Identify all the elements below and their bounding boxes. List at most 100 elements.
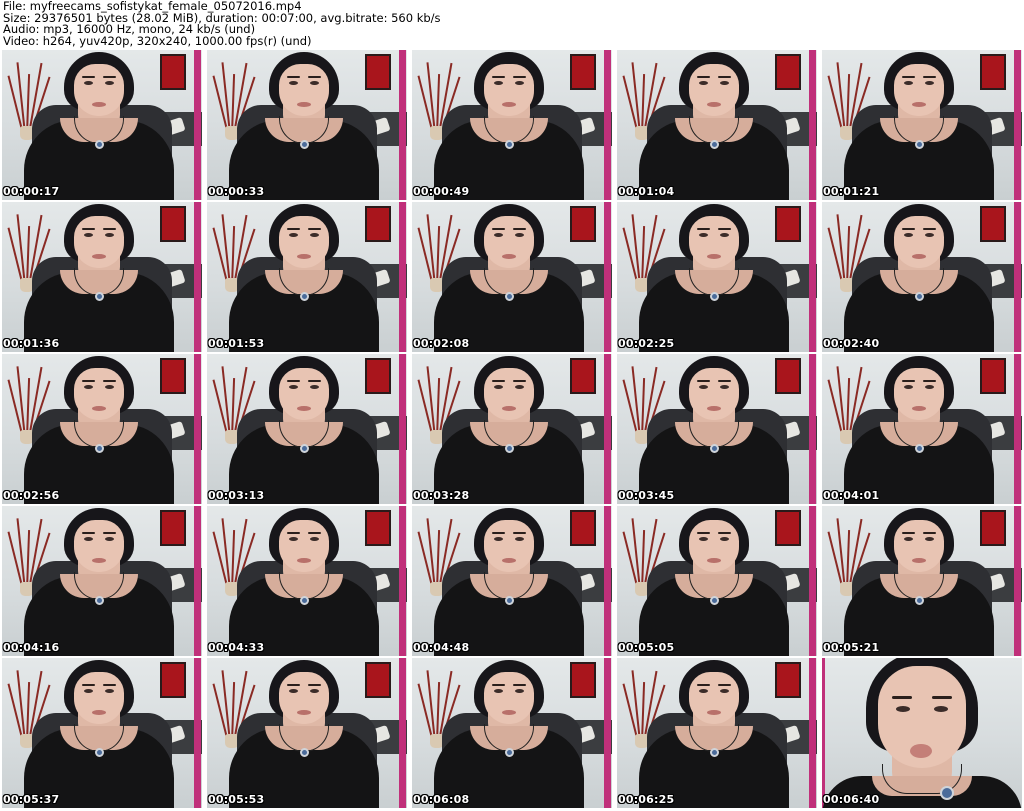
- video-thumbnail: 00:05:05: [617, 506, 817, 656]
- person-face: [74, 368, 124, 420]
- eyebrow-right: [718, 228, 731, 230]
- person-lips: [502, 102, 516, 107]
- person-face: [484, 368, 534, 420]
- eyebrow-left: [287, 228, 300, 230]
- video-thumbnail: 00:03:45: [617, 354, 817, 504]
- eyebrow-left: [492, 380, 505, 382]
- video-thumbnail: 00:04:16: [2, 506, 202, 656]
- person-lips: [707, 710, 721, 715]
- eyebrow-right: [308, 228, 321, 230]
- wall-poster: [570, 510, 596, 546]
- thumbnail-timestamp: 00:05:37: [3, 793, 60, 806]
- person-face: [484, 216, 534, 268]
- eye-right: [105, 81, 114, 85]
- eyebrow-right: [308, 684, 321, 686]
- eye-right: [310, 689, 319, 693]
- person-lips: [502, 254, 516, 259]
- person-face: [74, 216, 124, 268]
- eyebrow-right: [103, 684, 116, 686]
- person-face: [279, 64, 329, 116]
- thumbnail-timestamp: 00:03:45: [618, 489, 675, 502]
- eye-left: [904, 537, 913, 541]
- video-thumbnail: 00:06:25: [617, 658, 817, 808]
- eyebrow-left: [697, 532, 710, 534]
- video-thumbnail: 00:03:28: [412, 354, 612, 504]
- pink-frame-bar: [809, 506, 816, 656]
- person-lips: [707, 254, 721, 259]
- eyebrow-right: [103, 532, 116, 534]
- person-lips: [92, 710, 106, 715]
- eye-left: [896, 706, 910, 712]
- eye-left: [289, 233, 298, 237]
- thumbnail-timestamp: 00:05:53: [208, 793, 265, 806]
- eyebrow-left: [287, 76, 300, 78]
- eye-left: [289, 689, 298, 693]
- pink-frame-bar: [399, 202, 406, 352]
- person-lips: [912, 102, 926, 107]
- pink-frame-bar: [822, 658, 825, 808]
- thumbnail-timestamp: 00:03:28: [413, 489, 470, 502]
- pink-frame-bar: [809, 354, 816, 504]
- video-thumbnail: 00:01:36: [2, 202, 202, 352]
- eye-right: [105, 233, 114, 237]
- eyebrow-right: [923, 228, 936, 230]
- necklace-pendant: [710, 140, 719, 149]
- person-lips: [297, 558, 311, 563]
- pink-frame-bar: [809, 202, 816, 352]
- eyebrow-left: [287, 532, 300, 534]
- video-thumbnail: 00:01:21: [822, 50, 1022, 200]
- eye-left: [494, 537, 503, 541]
- eyebrow-left: [287, 684, 300, 686]
- person-lips: [297, 102, 311, 107]
- necklace-pendant: [300, 292, 309, 301]
- person-face: [74, 520, 124, 572]
- eye-right: [720, 233, 729, 237]
- person-face: [74, 672, 124, 724]
- person-lips: [92, 406, 106, 411]
- wall-poster: [160, 662, 186, 698]
- person-lips: [707, 102, 721, 107]
- eyebrow-right: [308, 76, 321, 78]
- eye-left: [289, 385, 298, 389]
- person-lips: [912, 254, 926, 259]
- eye-left: [289, 81, 298, 85]
- eyebrow-left: [902, 380, 915, 382]
- necklace-pendant: [710, 596, 719, 605]
- person-face: [279, 672, 329, 724]
- wall-poster: [980, 358, 1006, 394]
- eyebrow-right: [308, 380, 321, 382]
- pink-frame-bar: [604, 354, 611, 504]
- necklace-pendant: [300, 596, 309, 605]
- pink-frame-bar: [1014, 506, 1021, 656]
- video-thumbnail: 00:02:40: [822, 202, 1022, 352]
- wall-poster: [570, 54, 596, 90]
- thumbnail-grid: 00:00:17 00:00:33 00:00:49 00:01:04 00:01:21…: [2, 50, 1022, 810]
- video-thumbnail: 00:01:04: [617, 50, 817, 200]
- necklace-pendant: [95, 292, 104, 301]
- pink-frame-bar: [604, 50, 611, 200]
- video-thumbnail: 00:05:53: [207, 658, 407, 808]
- eyebrow-left: [697, 380, 710, 382]
- eye-left: [699, 537, 708, 541]
- eyebrow-left: [697, 76, 710, 78]
- eye-right: [105, 537, 114, 541]
- thumbnail-timestamp: 00:01:36: [3, 337, 60, 350]
- eye-right: [310, 233, 319, 237]
- wall-poster: [775, 510, 801, 546]
- person-lips: [910, 744, 932, 758]
- thumbnail-timestamp: 00:02:56: [3, 489, 60, 502]
- person-face: [484, 64, 534, 116]
- eye-left: [699, 385, 708, 389]
- person-face: [894, 216, 944, 268]
- eyebrow-left: [902, 532, 915, 534]
- necklace-pendant: [95, 140, 104, 149]
- person-face: [279, 368, 329, 420]
- eye-right: [720, 385, 729, 389]
- eye-right: [515, 81, 524, 85]
- necklace-pendant: [505, 444, 514, 453]
- person-lips: [297, 710, 311, 715]
- person-lips: [502, 406, 516, 411]
- person-lips: [707, 406, 721, 411]
- thumbnail-timestamp: 00:00:33: [208, 185, 265, 198]
- eye-right: [925, 233, 934, 237]
